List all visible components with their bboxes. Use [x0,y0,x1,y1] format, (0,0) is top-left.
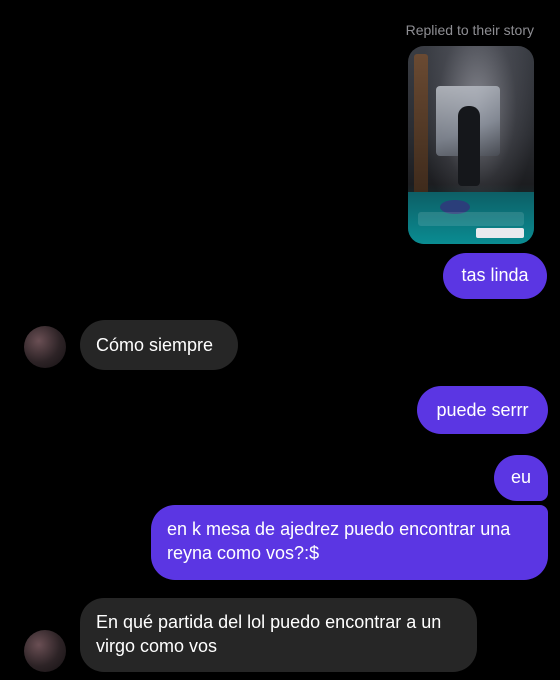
message-bubble-outgoing[interactable]: puede serrr [417,386,548,434]
message-text: Cómo siempre [96,335,214,355]
story-image-figure [458,106,480,186]
story-image-caption [418,212,524,226]
story-reply-label: Replied to their story [405,22,534,38]
message-text: eu [510,467,532,487]
message-bubble-outgoing[interactable]: en k mesa de ajedrez puedo encontrar una… [151,505,548,580]
message-text: en k mesa de ajedrez puedo encontrar una… [167,519,511,563]
message-bubble-incoming[interactable]: En qué partida del lol puedo encontrar a… [80,598,477,672]
message-text: tas linda [461,265,529,285]
message-bubble-outgoing[interactable]: eu [494,455,548,501]
story-image-buttons [476,228,524,238]
message-text: puede serrr [436,400,529,420]
message-bubble-outgoing[interactable]: tas linda [443,253,547,299]
story-image-frame [414,54,428,204]
contact-avatar[interactable] [24,326,66,368]
contact-avatar[interactable] [24,630,66,672]
message-bubble-incoming[interactable]: Cómo siempre [80,320,238,370]
message-text: En qué partida del lol puedo encontrar a… [96,612,442,656]
story-thumbnail[interactable] [408,46,534,244]
